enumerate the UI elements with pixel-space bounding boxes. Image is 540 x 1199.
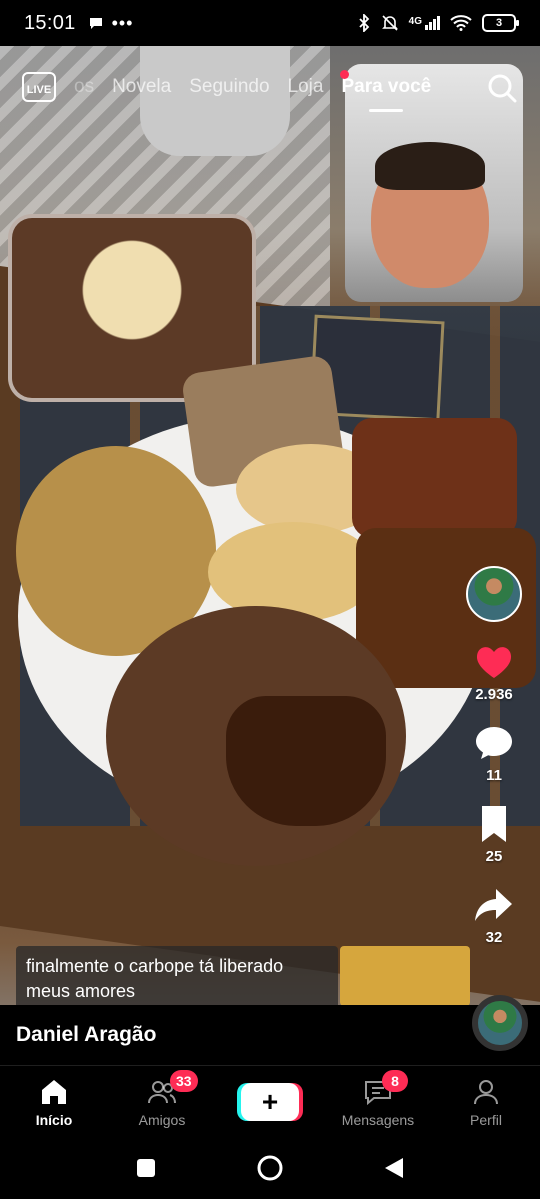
author-name[interactable]: Daniel Aragão [16, 1023, 156, 1047]
tab-seguindo[interactable]: Seguindo [189, 76, 269, 98]
plus-icon: + [261, 1085, 279, 1117]
nav-perfil[interactable]: Perfil [432, 1066, 540, 1137]
share-button[interactable]: 32 [472, 883, 516, 946]
comment-count: 11 [486, 767, 502, 784]
like-count: 2.936 [475, 686, 513, 703]
more-dots-icon: ••• [111, 12, 134, 33]
square-icon [137, 1159, 155, 1177]
action-rail: 2.936 11 25 32 [464, 566, 524, 946]
music-disc[interactable] [472, 995, 528, 1051]
comment-button[interactable]: 11 [472, 721, 516, 784]
home-button[interactable] [256, 1154, 284, 1182]
nav-label: Início [35, 1111, 73, 1128]
home-icon [42, 1079, 66, 1104]
status-system-icons: 4G 3 [357, 14, 519, 32]
nav-label: Amigos [138, 1111, 186, 1128]
heart-icon [476, 647, 512, 678]
nav-label: Perfil [470, 1111, 502, 1128]
tab-novela[interactable]: Novela [112, 76, 171, 98]
share-count: 32 [485, 929, 503, 946]
status-bar: 15:01 ••• 4G 3 [0, 0, 540, 46]
tab-partial[interactable]: os [74, 76, 94, 98]
nav-amigos[interactable]: 33 Amigos [108, 1066, 216, 1137]
bookmark-button[interactable]: 25 [472, 802, 516, 865]
bluetooth-icon [359, 14, 369, 32]
caption-line: meus amores [26, 981, 136, 1001]
status-notification-icons: ••• [88, 13, 134, 34]
comment-icon [476, 727, 512, 759]
creator-avatar[interactable] [466, 566, 522, 622]
back-button[interactable] [380, 1154, 408, 1182]
live-label: LIVE [26, 84, 52, 96]
nav-mensagens[interactable]: 8 Mensagens [324, 1066, 432, 1137]
live-icon[interactable]: LIVE [22, 72, 56, 102]
caption-line: finalmente o carbope tá liberado [26, 956, 284, 976]
author-row: Daniel Aragão [0, 995, 540, 1065]
create-button[interactable]: + [241, 1082, 299, 1121]
tab-loja[interactable]: Loja [288, 76, 324, 98]
battery-level: 3 [495, 17, 503, 29]
network-label: 4G [408, 16, 422, 27]
top-navigation: LIVE os Novela Seguindo Loja Para você [0, 64, 540, 114]
friends-badge: 33 [170, 1070, 198, 1092]
video-caption[interactable]: finalmente o carbope tá liberado meus am… [16, 946, 338, 1012]
messages-badge: 8 [382, 1070, 408, 1092]
shop-notification-dot [340, 70, 349, 79]
like-button[interactable]: 2.936 [472, 640, 516, 703]
share-icon [475, 889, 512, 921]
triangle-back-icon [385, 1158, 403, 1178]
feed-tabs: os Novela Seguindo Loja Para você [74, 76, 431, 98]
system-navigation [0, 1137, 540, 1199]
search-icon[interactable] [486, 72, 518, 104]
pip-hair [375, 142, 485, 190]
recents-button[interactable] [132, 1154, 160, 1182]
bottom-navigation: Início 33 Amigos + 8 Mensagens Perfil [0, 1065, 540, 1137]
video-toast-spread [352, 418, 517, 538]
status-time: 15:01 [24, 11, 76, 34]
battery-indicator: 3 [482, 14, 519, 32]
circle-icon [257, 1155, 283, 1181]
bookmark-count: 25 [485, 848, 503, 865]
nav-create[interactable]: + [216, 1066, 324, 1137]
bell-muted-icon [381, 15, 398, 31]
chat-bubble-icon [89, 18, 102, 29]
nav-label: Mensagens [341, 1111, 415, 1128]
wifi-icon [450, 15, 472, 31]
profile-icon [474, 1079, 498, 1104]
video-chocolate-heart [226, 696, 386, 826]
nav-inicio[interactable]: Início [0, 1066, 108, 1137]
video-gas-sign [340, 946, 470, 1006]
tab-para-voce[interactable]: Para você [341, 76, 431, 98]
bookmark-icon [482, 806, 506, 842]
signal-4g-icon: 4G [409, 16, 440, 30]
